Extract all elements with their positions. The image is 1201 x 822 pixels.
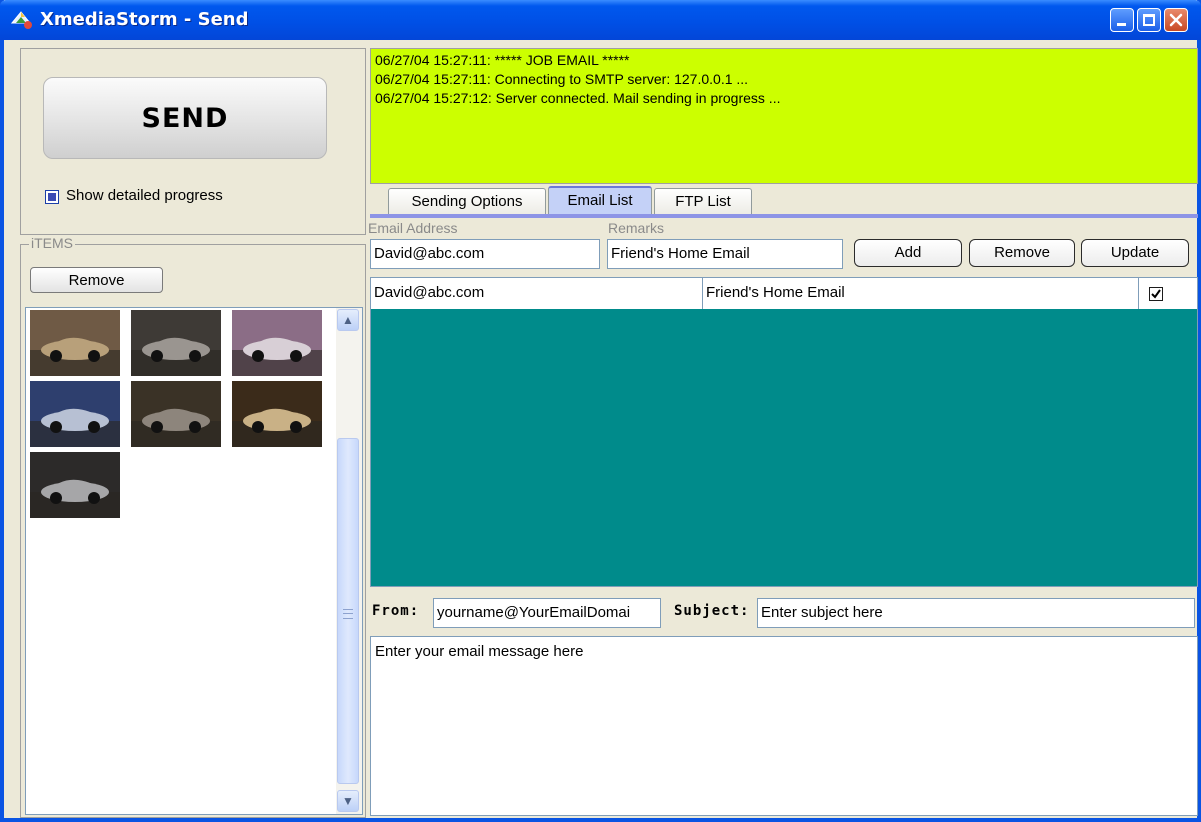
grip-icon [343,609,353,619]
car-thumbnail-6[interactable] [232,381,322,447]
show-progress-checkbox[interactable] [45,190,59,204]
vertical-scrollbar[interactable]: ▲ ▼ [336,308,362,814]
tab-divider [370,214,1198,218]
log-line: 06/27/04 15:27:11: Connecting to SMTP se… [375,71,749,87]
email-address-field[interactable]: David@abc.com [370,239,600,269]
row-address-cell[interactable]: David@abc.com [371,278,703,309]
window-title: XmediaStorm - Send [40,9,249,30]
subject-label: Subject: [674,603,750,619]
email-list[interactable]: David@abc.com Friend's Home Email [370,277,1198,587]
show-progress-label: Show detailed progress [66,187,223,204]
scrollbar-thumb[interactable] [337,438,359,784]
row-enabled-checkbox[interactable] [1149,287,1163,301]
minimize-button[interactable] [1110,8,1134,32]
minimize-icon [1117,23,1126,26]
update-button[interactable]: Update [1081,239,1189,267]
add-button[interactable]: Add [854,239,962,267]
from-label: From: [372,603,420,619]
checkmark-icon [1151,289,1161,299]
thumbnail-list[interactable]: ▲ ▼ [25,307,363,815]
close-button[interactable] [1164,8,1188,32]
log-line: 06/27/04 15:27:12: Server connected. Mai… [375,90,781,106]
maximize-button[interactable] [1137,8,1161,32]
send-button[interactable]: SEND [43,77,327,159]
email-address-label: Email Address [368,220,458,236]
scroll-down-icon[interactable]: ▼ [337,790,359,812]
app-window: XmediaStorm - Send SEND Show detailed pr… [0,0,1201,822]
car-thumbnail-3[interactable] [232,310,322,376]
send-panel: SEND Show detailed progress [20,48,366,235]
checkbox-indicator-icon [48,193,56,201]
car-thumbnail-1[interactable] [30,310,120,376]
car-thumbnail-5[interactable] [131,381,221,447]
tab-sending-options[interactable]: Sending Options [388,188,546,215]
remove-item-button[interactable]: Remove [30,267,163,293]
tab-email-list[interactable]: Email List [548,186,652,215]
remarks-field[interactable]: Friend's Home Email [607,239,843,269]
items-legend: iTEMS [29,235,75,251]
car-thumbnail-2[interactable] [131,310,221,376]
maximize-icon [1143,14,1155,26]
message-body-field[interactable]: Enter your email message here [370,636,1198,816]
remarks-label: Remarks [608,220,665,236]
table-row[interactable]: David@abc.com Friend's Home Email [371,278,1197,309]
row-remarks-cell[interactable]: Friend's Home Email [703,278,1139,309]
progress-log: 06/27/04 15:27:11: ***** JOB EMAIL *****… [370,48,1198,184]
tab-strip: Sending Options Email List FTP List [370,186,1198,219]
scroll-up-icon[interactable]: ▲ [337,309,359,331]
app-logo-icon [10,11,32,29]
log-line: 06/27/04 15:27:11: ***** JOB EMAIL ***** [375,52,630,68]
title-bar[interactable]: XmediaStorm - Send [0,0,1201,40]
car-thumbnail-4[interactable] [30,381,120,447]
remove-button[interactable]: Remove [969,239,1075,267]
car-thumbnail-7[interactable] [30,452,120,518]
subject-field[interactable]: Enter subject here [757,598,1195,628]
close-icon [1169,13,1183,27]
items-group: iTEMS Remove ▲ ▼ [20,235,366,818]
from-field[interactable]: yourname@YourEmailDomai [433,598,661,628]
tab-ftp-list[interactable]: FTP List [654,188,752,215]
